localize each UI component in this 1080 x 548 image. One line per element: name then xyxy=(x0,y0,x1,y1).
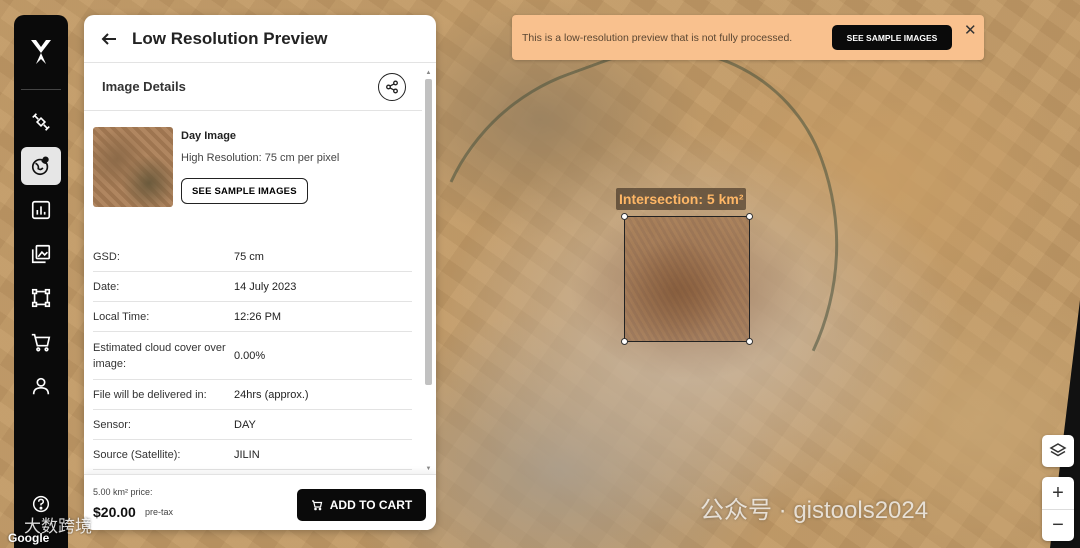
scroll-up-arrow-icon[interactable]: ▲ xyxy=(424,69,433,77)
aoi-rectangle[interactable] xyxy=(621,213,753,345)
image-details-title: Image Details xyxy=(102,79,186,94)
detail-value: JILIN xyxy=(234,448,260,461)
detail-value: 24hrs (approx.) xyxy=(234,388,309,401)
detail-row-gsd: GSD: 75 cm xyxy=(93,242,412,272)
watermark-text: 公众号 · gistools2024 xyxy=(700,497,929,524)
detail-row-delivery: File will be delivered in: 24hrs (approx… xyxy=(93,380,412,410)
intersection-label: Intersection: 5 km² xyxy=(616,188,747,210)
back-arrow-icon[interactable] xyxy=(100,30,118,48)
satellite-icon xyxy=(32,113,50,131)
detail-value: DAY xyxy=(234,418,256,431)
detail-label: File will be delivered in: xyxy=(93,388,207,401)
add-to-cart-button[interactable]: ADD TO CART xyxy=(297,489,426,521)
main-nav xyxy=(14,15,68,548)
zoom-control: + − xyxy=(1042,477,1074,541)
detail-label: Sensor: xyxy=(93,418,131,431)
detail-value: 0.00% xyxy=(234,349,266,362)
image-card: Day Image High Resolution: 75 cm per pix… xyxy=(84,111,436,229)
nav-analytics[interactable] xyxy=(21,191,61,229)
image-details-header: Image Details xyxy=(84,63,422,111)
gallery-icon xyxy=(31,244,51,264)
nav-cart[interactable] xyxy=(21,323,61,361)
nav-globe[interactable] xyxy=(21,147,61,185)
share-button[interactable] xyxy=(378,72,406,101)
cart-icon xyxy=(311,500,323,511)
low-res-notice-banner: This is a low-resolution preview that is… xyxy=(512,15,984,60)
detail-row-cloud-cover: Estimated cloud cover over image: 0.00% xyxy=(93,332,412,380)
image-resolution: High Resolution: 75 cm per pixel xyxy=(181,152,340,164)
image-card-info: Day Image High Resolution: 75 cm per pix… xyxy=(181,127,339,229)
panel-header: Low Resolution Preview xyxy=(84,15,436,63)
zoom-in-button[interactable]: + xyxy=(1042,477,1074,509)
close-icon[interactable]: ✕ xyxy=(964,21,977,39)
details-scroll-area[interactable]: Image Details Day Image High Resolution:… xyxy=(84,63,436,471)
add-to-cart-label: ADD TO CART xyxy=(329,498,413,512)
share-icon xyxy=(386,80,398,93)
image-thumbnail[interactable] xyxy=(93,127,173,207)
scroll-down-arrow-icon[interactable]: ▼ xyxy=(424,465,433,473)
detail-label: Source (Satellite): xyxy=(93,448,181,461)
banner-see-sample-images-button[interactable]: SEE SAMPLE IMAGES xyxy=(832,25,952,50)
nav-divider xyxy=(21,89,61,90)
nav-satellite[interactable] xyxy=(21,103,61,141)
globe-icon xyxy=(31,156,49,176)
corner-watermark: 大数跨境 xyxy=(24,517,92,536)
detail-row-sensor: Sensor: DAY xyxy=(93,410,412,440)
detail-label: Local Time: xyxy=(93,310,150,323)
zoom-out-button[interactable]: − xyxy=(1042,509,1074,541)
detail-value: 12:26 PM xyxy=(234,310,282,323)
panel-scrollbar[interactable]: ▲ ▼ xyxy=(424,69,433,473)
user-icon xyxy=(32,377,50,395)
price-footer: 5.00 km² price: $20.00 pre-tax ADD TO CA… xyxy=(84,474,436,530)
banner-message: This is a low-resolution preview that is… xyxy=(522,31,793,44)
details-list: GSD: 75 cm Date: 14 July 2023 Local Time… xyxy=(93,242,412,470)
detail-row-local-time: Local Time: 12:26 PM xyxy=(93,302,412,332)
price-tax-note: pre-tax xyxy=(145,507,174,517)
aoi-handle-top-right[interactable] xyxy=(746,213,753,220)
detail-row-date: Date: 14 July 2023 xyxy=(93,272,412,302)
detail-value: 75 cm xyxy=(234,250,264,263)
detail-label: GSD: xyxy=(93,250,120,263)
preview-panel: Low Resolution Preview Image Details Day… xyxy=(84,15,436,530)
panel-title: Low Resolution Preview xyxy=(132,28,328,48)
scrollbar-thumb[interactable] xyxy=(425,79,432,385)
crop-icon xyxy=(31,288,51,308)
aoi-handle-top-left[interactable] xyxy=(621,213,628,220)
nav-profile[interactable] xyxy=(21,367,61,405)
see-sample-images-button[interactable]: SEE SAMPLE IMAGES xyxy=(181,178,308,204)
logo-icon xyxy=(31,40,51,64)
detail-label: Date: xyxy=(93,280,120,293)
layers-button[interactable] xyxy=(1042,435,1074,467)
price-caption: 5.00 km² price: xyxy=(93,487,153,497)
detail-label: Estimated cloud cover over image: xyxy=(93,341,226,370)
layers-icon xyxy=(1049,443,1067,457)
chart-icon xyxy=(31,200,51,220)
nav-draw-area[interactable] xyxy=(21,279,61,317)
detail-row-source: Source (Satellite): JILIN xyxy=(93,440,412,470)
aoi-handle-bottom-right[interactable] xyxy=(746,338,753,345)
detail-value: 14 July 2023 xyxy=(234,280,297,293)
cart-icon xyxy=(31,333,51,352)
price-value: $20.00 xyxy=(93,504,136,520)
nav-gallery[interactable] xyxy=(21,235,61,273)
aoi-handle-bottom-left[interactable] xyxy=(621,338,628,345)
image-type: Day Image xyxy=(181,130,237,142)
